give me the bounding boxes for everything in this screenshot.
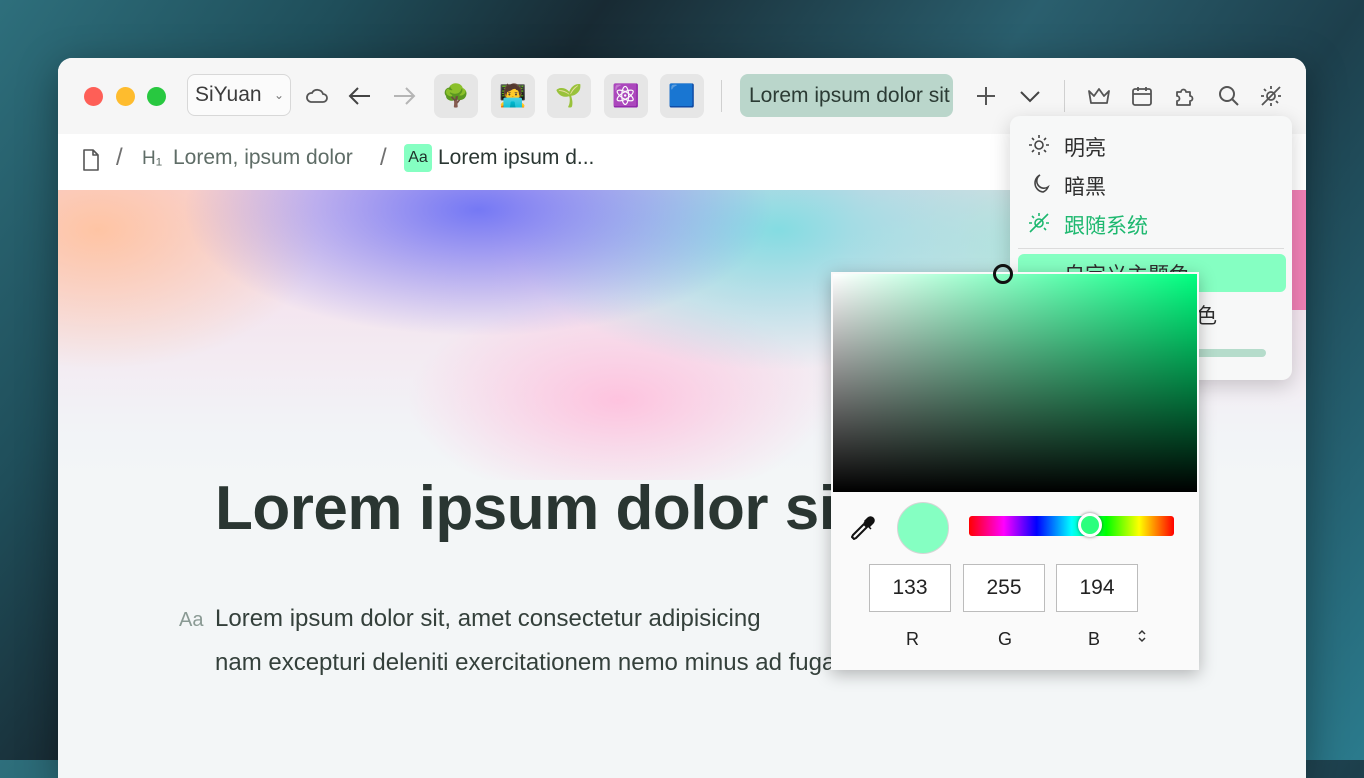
dock-tree-icon[interactable]: 🌳: [434, 74, 478, 118]
menu-item-light[interactable]: 明亮: [1010, 126, 1292, 162]
document-icon[interactable]: [82, 149, 100, 176]
hue-slider[interactable]: [969, 513, 1174, 537]
color-mode-toggle-icon[interactable]: [1137, 628, 1147, 645]
system-theme-icon: [1028, 212, 1050, 234]
paragraph-block-icon[interactable]: Aa: [179, 609, 203, 632]
tab-label: Lorem ipsum dolor sit: [749, 84, 950, 107]
forward-arrow-icon[interactable]: [388, 80, 420, 112]
menu-divider: [1018, 248, 1284, 249]
saturation-value-area[interactable]: [833, 264, 1197, 492]
current-color-swatch: [897, 502, 949, 554]
hue-handle[interactable]: [1078, 513, 1102, 537]
blue-label: B: [1088, 629, 1101, 649]
green-input[interactable]: 255: [963, 564, 1045, 612]
red-label: R: [906, 629, 919, 649]
sv-handle[interactable]: [993, 264, 1013, 284]
back-arrow-icon[interactable]: [344, 80, 376, 112]
search-icon[interactable]: [1213, 80, 1245, 112]
menu-item-partial-label[interactable]: 色: [1196, 300, 1217, 330]
cloud-sync-icon[interactable]: [301, 80, 333, 112]
close-window-button[interactable]: [84, 87, 103, 106]
dock-seedling-icon[interactable]: 🌱: [547, 74, 591, 118]
tab-list-chevron-icon[interactable]: [1014, 80, 1046, 112]
crown-icon[interactable]: [1083, 80, 1115, 112]
eyedropper-icon[interactable]: [851, 516, 877, 547]
blue-input[interactable]: 194: [1056, 564, 1138, 612]
red-input[interactable]: 133: [869, 564, 951, 612]
workspace-selector[interactable]: SiYuan ⌄: [187, 74, 291, 116]
toolbar-divider-right: [1064, 80, 1065, 112]
green-label: G: [998, 629, 1013, 649]
dock-blue-square-icon[interactable]: 🟦: [660, 74, 704, 118]
dock-atom-icon[interactable]: ⚛️: [604, 74, 648, 118]
menu-item-dark[interactable]: 暗黑: [1010, 165, 1292, 201]
breadcrumb-current[interactable]: Lorem ipsum d...: [438, 146, 594, 170]
breadcrumb-separator: /: [380, 144, 387, 171]
minimize-window-button[interactable]: [116, 87, 135, 106]
workspace-name: SiYuan: [195, 83, 262, 106]
toolbar-divider: [721, 80, 722, 112]
paragraph-line-1[interactable]: Lorem ipsum dolor sit, amet consectetur …: [215, 605, 761, 633]
moon-icon: [1028, 173, 1050, 195]
theme-mode-icon[interactable]: [1255, 80, 1287, 112]
paragraph-line-2[interactable]: nam excepturi deleniti exercitationem ne…: [215, 649, 842, 677]
menu-item-system[interactable]: 跟随系统: [1010, 204, 1292, 240]
document-title[interactable]: Lorem ipsum dolor sit: [215, 473, 856, 544]
breadcrumb-heading[interactable]: Lorem, ipsum dolor: [173, 146, 353, 170]
color-picker: 133 255 194 R G B: [831, 264, 1199, 670]
dock-developer-icon[interactable]: 🧑‍💻: [491, 74, 535, 118]
calendar-icon[interactable]: [1126, 80, 1158, 112]
zoom-window-button[interactable]: [147, 87, 166, 106]
chevron-down-icon: ⌄: [273, 88, 284, 102]
heading-marker: H₁: [142, 148, 163, 169]
sun-icon: [1028, 134, 1050, 156]
paragraph-badge: Aa: [404, 144, 432, 172]
tab-active-document[interactable]: Lorem ipsum dolor sit: [740, 74, 953, 117]
plugin-puzzle-icon[interactable]: [1169, 80, 1201, 112]
new-tab-plus-icon[interactable]: [970, 80, 1002, 112]
breadcrumb-separator: /: [116, 144, 123, 171]
